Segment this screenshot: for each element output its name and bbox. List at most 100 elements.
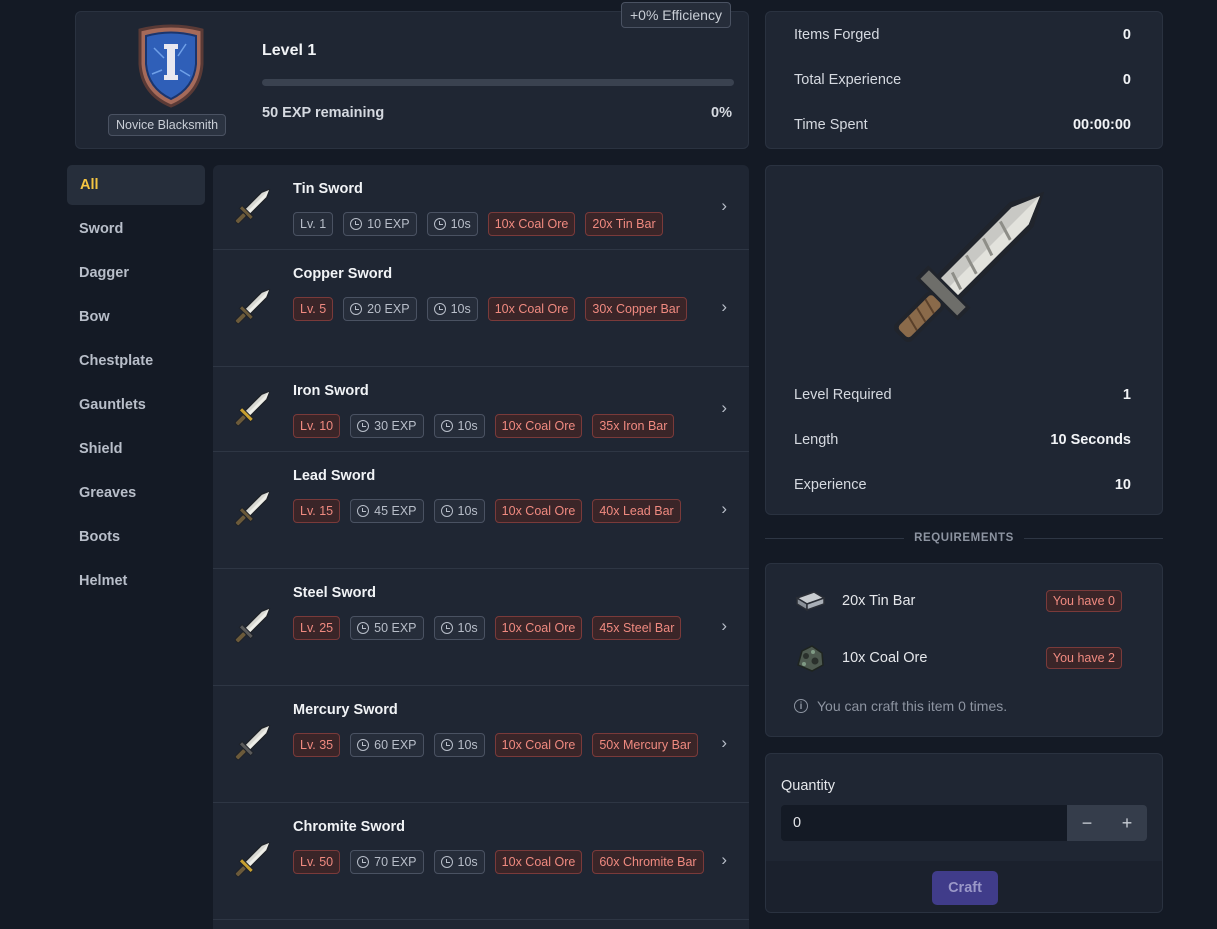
clock-icon bbox=[440, 420, 453, 432]
recipe-row[interactable]: Copper Sword Lv. 5 20 EXP 10s 10x Coal Ore 30… bbox=[213, 250, 749, 367]
stat-value: 0 bbox=[1122, 27, 1131, 43]
category-item-sword[interactable]: Sword bbox=[67, 209, 205, 249]
coal-ore-icon bbox=[797, 645, 824, 672]
material-tag: 40x Lead Bar bbox=[592, 499, 681, 523]
recipe-row[interactable]: Iron Sword Lv. 10 30 EXP 10s 10x Coal Ore 35x… bbox=[213, 367, 749, 452]
exp-tag: 45 EXP bbox=[350, 499, 424, 523]
recipe-tags: Lv. 50 70 EXP 10s 10x Coal Ore 60x Chromite … bbox=[293, 850, 713, 874]
chevron-right-icon[interactable]: › bbox=[721, 297, 727, 317]
material-tag: 10x Coal Ore bbox=[487, 212, 576, 236]
chevron-right-icon[interactable]: › bbox=[721, 850, 727, 870]
material-tag: 35x Iron Bar bbox=[592, 414, 675, 438]
recipe-tags: Lv. 25 50 EXP 10s 10x Coal Ore 45x Steel Bar bbox=[293, 616, 713, 640]
recipe-name: Mercury Sword bbox=[293, 702, 398, 718]
level-tag: Lv. 35 bbox=[293, 733, 341, 757]
category-item-bow[interactable]: Bow bbox=[67, 297, 205, 337]
stat-label: Total Experience bbox=[794, 72, 902, 88]
exp-tag: 20 EXP bbox=[343, 297, 417, 321]
category-item-gauntlets[interactable]: Gauntlets bbox=[67, 385, 205, 425]
time-tag: 10s bbox=[433, 414, 485, 438]
material-tag: 10x Coal Ore bbox=[494, 414, 583, 438]
clock-icon bbox=[440, 739, 453, 751]
category-item-shield[interactable]: Shield bbox=[67, 429, 205, 469]
recipe-tags: Lv. 10 30 EXP 10s 10x Coal Ore 35x Iron Bar bbox=[293, 414, 713, 438]
level-tag: Lv. 25 bbox=[293, 616, 341, 640]
category-item-boots[interactable]: Boots bbox=[67, 517, 205, 557]
category-item-all[interactable]: All bbox=[67, 165, 205, 205]
material-tag: 50x Mercury Bar bbox=[592, 733, 699, 757]
category-item-chestplate[interactable]: Chestplate bbox=[67, 341, 205, 381]
info-icon: i bbox=[794, 699, 808, 713]
level-progress-percent: 0% bbox=[711, 105, 732, 121]
chevron-right-icon[interactable]: › bbox=[721, 398, 727, 418]
requirements-panel: 20x Tin Bar You have 0 10x Coal Ore You … bbox=[765, 563, 1163, 737]
clock-icon bbox=[350, 218, 363, 230]
chevron-right-icon[interactable]: › bbox=[721, 196, 727, 216]
category-item-dagger[interactable]: Dagger bbox=[67, 253, 205, 293]
clock-icon bbox=[357, 505, 370, 517]
exp-remaining: 50 EXP remaining bbox=[262, 105, 385, 121]
recipe-tags: Lv. 15 45 EXP 10s 10x Coal Ore 40x Lead Bar bbox=[293, 499, 713, 523]
divider-line bbox=[765, 537, 905, 539]
exp-tag: 60 EXP bbox=[350, 733, 424, 757]
craft-button[interactable]: Craft bbox=[932, 871, 998, 905]
detail-level-required: Level Required 1 bbox=[794, 385, 1131, 405]
recipe-tags: Lv. 5 20 EXP 10s 10x Coal Ore 30x Copper Bar bbox=[293, 297, 713, 321]
exp-tag-text: 20 EXP bbox=[367, 302, 410, 316]
sword-icon bbox=[229, 720, 275, 766]
stat-value: 00:00:00 bbox=[1072, 117, 1131, 133]
requirement-row: 20x Tin Bar You have 0 bbox=[794, 586, 1122, 616]
level-tag: Lv. 15 bbox=[293, 499, 341, 523]
recipe-list: Tin Sword Lv. 1 10 EXP 10s 10x Coal Ore 20x T… bbox=[213, 165, 749, 929]
quantity-decrement-button[interactable]: − bbox=[1067, 805, 1107, 841]
level-tag: Lv. 1 bbox=[293, 212, 334, 236]
recipe-row[interactable]: Mercury Sword Lv. 35 60 EXP 10s 10x Coal Ore… bbox=[213, 686, 749, 803]
sword-icon bbox=[229, 603, 275, 649]
exp-tag: 50 EXP bbox=[350, 616, 424, 640]
rank-badge: Novice Blacksmith bbox=[108, 114, 227, 136]
recipe-name: Iron Sword bbox=[293, 383, 369, 399]
stat-total-experience: Total Experience 0 bbox=[794, 70, 1131, 90]
detail-value: 10 bbox=[1114, 477, 1131, 493]
time-tag-text: 10s bbox=[457, 738, 478, 752]
divider-line bbox=[1023, 537, 1164, 539]
level-title: Level 1 bbox=[262, 42, 317, 59]
material-tag: 10x Coal Ore bbox=[494, 850, 583, 874]
material-tag: 45x Steel Bar bbox=[592, 616, 682, 640]
level-tag: Lv. 50 bbox=[293, 850, 341, 874]
category-item-helmet[interactable]: Helmet bbox=[67, 561, 205, 601]
clock-icon bbox=[440, 505, 453, 517]
recipe-row[interactable]: Lead Sword Lv. 15 45 EXP 10s 10x Coal Ore 40x… bbox=[213, 452, 749, 569]
exp-tag-text: 45 EXP bbox=[374, 504, 417, 518]
category-item-greaves[interactable]: Greaves bbox=[67, 473, 205, 513]
chevron-right-icon[interactable]: › bbox=[721, 733, 727, 753]
time-tag: 10s bbox=[426, 212, 478, 236]
chevron-right-icon[interactable]: › bbox=[721, 499, 727, 519]
recipe-tags: Lv. 1 10 EXP 10s 10x Coal Ore 20x Tin Bar bbox=[293, 212, 713, 236]
time-tag-text: 10s bbox=[457, 504, 478, 518]
detail-label: Level Required bbox=[794, 387, 892, 403]
requirements-heading: REQUIREMENTS bbox=[914, 532, 1014, 544]
sword-icon bbox=[229, 284, 275, 330]
material-tag: 30x Copper Bar bbox=[585, 297, 687, 321]
recipe-row[interactable]: Tin Sword Lv. 1 10 EXP 10s 10x Coal Ore 20x T… bbox=[213, 165, 749, 250]
quantity-label: Quantity bbox=[781, 778, 835, 794]
clock-icon bbox=[357, 420, 370, 432]
time-tag: 10s bbox=[433, 616, 485, 640]
exp-tag-text: 10 EXP bbox=[367, 217, 410, 231]
clock-icon bbox=[350, 303, 363, 315]
exp-tag-text: 50 EXP bbox=[374, 621, 417, 635]
chevron-right-icon[interactable]: › bbox=[721, 616, 727, 636]
quantity-increment-button[interactable]: + bbox=[1107, 805, 1147, 841]
exp-tag: 70 EXP bbox=[350, 850, 424, 874]
detail-length: Length 10 Seconds bbox=[794, 430, 1131, 450]
quantity-input[interactable] bbox=[781, 805, 1067, 841]
clock-icon bbox=[440, 622, 453, 634]
level-progress-bar bbox=[262, 79, 734, 86]
exp-tag-text: 30 EXP bbox=[374, 419, 417, 433]
recipe-row[interactable]: Chromite Sword Lv. 50 70 EXP 10s 10x Coal Or… bbox=[213, 803, 749, 920]
detail-label: Length bbox=[794, 432, 839, 448]
recipe-row[interactable]: Steel Sword Lv. 25 50 EXP 10s 10x Coal Ore 45… bbox=[213, 569, 749, 686]
exp-tag-text: 70 EXP bbox=[374, 855, 417, 869]
clock-icon bbox=[357, 739, 370, 751]
